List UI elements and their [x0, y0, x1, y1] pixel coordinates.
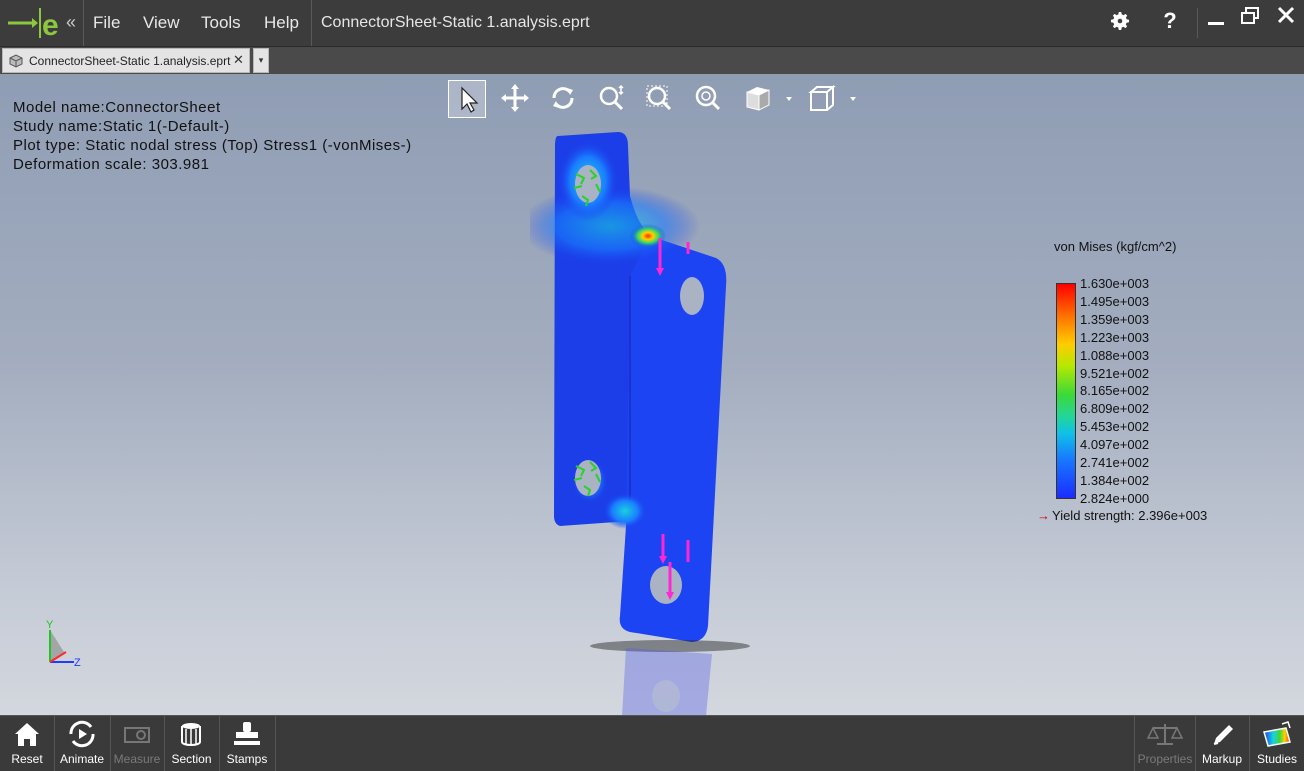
window-title: ConnectorSheet-Static 1.analysis.eprt [321, 14, 590, 31]
stamps-label: Stamps [226, 752, 268, 766]
standard-views-dropdown[interactable] [803, 80, 861, 118]
properties-button[interactable]: Properties [1135, 716, 1195, 771]
legend-tick-label: 1.630e+003 [1080, 276, 1150, 291]
stamp-icon [234, 722, 260, 745]
animate-label: Animate [59, 752, 105, 766]
edrawings-logo: e [8, 8, 59, 40]
legend-tick-label: 1.359e+003 [1080, 311, 1150, 327]
section-button[interactable]: Section [165, 716, 218, 771]
legend-tick-label: 2.824e+000 [1080, 490, 1150, 506]
arrow-cursor-icon [461, 86, 479, 113]
document-part-icon [9, 54, 23, 68]
zoom-tool-button[interactable] [593, 80, 631, 118]
scale-balance-icon [1146, 724, 1184, 745]
triad-z-label: Z [74, 657, 81, 669]
menu-view[interactable]: View [143, 13, 180, 33]
study-name: Study name:Static 1(-Default-) [13, 118, 230, 135]
measure-icon [124, 727, 150, 743]
title-bar: e « File View Tools Help ConnectorSheet-… [0, 0, 1304, 47]
measure-button[interactable]: Measure [111, 716, 163, 771]
tab-close-icon[interactable]: ✕ [233, 52, 244, 68]
animate-button[interactable]: Animate [55, 716, 109, 771]
zoom-fit-icon [695, 85, 721, 111]
tab-dropdown-chevron-icon[interactable]: ▾ [253, 48, 269, 73]
pen-icon [1213, 725, 1233, 745]
help-icon[interactable]: ? [1157, 8, 1183, 34]
divider [83, 0, 84, 46]
markup-button[interactable]: Markup [1196, 716, 1248, 771]
rotate-icon [552, 87, 574, 109]
analysis-info: Model name:ConnectorSheet Study name:Sta… [13, 98, 412, 174]
graphics-viewport[interactable]: Model name:ConnectorSheet Study name:Sta… [0, 74, 1304, 715]
legend-tick-label: 1.088e+003 [1080, 347, 1150, 363]
model-name: Model name:ConnectorSheet [13, 99, 221, 116]
legend-tick-label: 4.097e+002 [1080, 437, 1150, 453]
properties-label: Properties [1137, 752, 1193, 766]
zoom-to-fit-button[interactable] [689, 80, 727, 118]
legend-tick-label: 5.453e+002 [1080, 419, 1150, 435]
minimize-icon[interactable] [1206, 8, 1226, 28]
studies-button[interactable]: Studies [1250, 716, 1304, 771]
move-arrows-icon [501, 84, 529, 112]
stamps-button[interactable]: Stamps [220, 716, 274, 771]
stress-plot-model[interactable] [530, 126, 760, 715]
triad-y-label: Y [46, 619, 54, 631]
yield-strength: → Yield strength: 2.396e+003 [1037, 508, 1207, 523]
menu-file[interactable]: File [93, 13, 120, 33]
divider [275, 716, 276, 771]
rotate-tool-button[interactable] [545, 80, 583, 118]
bottom-toolbar: Reset Animate Measure Section Stamps Pro… [0, 715, 1304, 771]
collapse-menu-icon[interactable]: « [66, 12, 76, 33]
studies-icon [1263, 721, 1291, 747]
shaded-cube-icon [746, 87, 792, 111]
svg-text:e: e [42, 9, 59, 40]
legend-tick-label: 1.495e+003 [1080, 293, 1150, 309]
legend-tick-label: 2.741e+002 [1080, 455, 1150, 470]
legend-tick-label: 6.809e+002 [1080, 401, 1150, 417]
markup-label: Markup [1201, 752, 1242, 766]
zoom-to-area-button[interactable] [641, 80, 679, 118]
zoom-icon [599, 84, 624, 111]
document-tab-bar: ConnectorSheet-Static 1.analysis.eprt ✕ … [0, 47, 1304, 74]
measure-label: Measure [113, 752, 161, 766]
section-icon [181, 723, 201, 746]
legend-tick-label: 1.223e+003 [1080, 329, 1150, 345]
restore-icon[interactable] [1240, 6, 1260, 26]
document-tab[interactable]: ConnectorSheet-Static 1.analysis.eprt ✕ [2, 48, 250, 73]
view-style-dropdown[interactable] [739, 80, 797, 118]
stress-color-scale [1056, 283, 1076, 499]
animate-icon [69, 720, 95, 748]
menu-help[interactable]: Help [264, 13, 299, 33]
reset-button[interactable]: Reset [0, 716, 54, 771]
legend-title: von Mises (kgf/cm^2) [1054, 239, 1177, 254]
pan-tool-button[interactable] [497, 80, 535, 118]
section-label: Section [171, 752, 212, 766]
plot-type: Plot type: Static nodal stress (Top) Str… [13, 137, 412, 154]
settings-gear-icon[interactable] [1108, 9, 1132, 33]
studies-label: Studies [1256, 752, 1298, 766]
deformation-scale: Deformation scale: 303.981 [13, 156, 210, 173]
legend-tick-label: 1.384e+002 [1080, 472, 1150, 488]
document-tab-label: ConnectorSheet-Static 1.analysis.eprt [29, 54, 231, 68]
yield-arrow-icon: → [1037, 508, 1050, 523]
reset-label: Reset [11, 752, 43, 766]
legend-tick-label: 9.521e+002 [1080, 365, 1150, 381]
menu-tools[interactable]: Tools [201, 13, 241, 33]
divider [311, 0, 312, 46]
zoom-area-icon [646, 85, 672, 111]
divider [1197, 8, 1198, 38]
select-tool-button[interactable] [448, 80, 486, 118]
axis-triad: Y Z [46, 619, 81, 669]
yield-strength-label: Yield strength: 2.396e+003 [1052, 508, 1208, 523]
close-window-icon[interactable] [1276, 5, 1296, 25]
home-icon [15, 723, 39, 746]
wireframe-cube-icon [808, 84, 856, 111]
legend-tick-label: 8.165e+002 [1080, 383, 1150, 399]
